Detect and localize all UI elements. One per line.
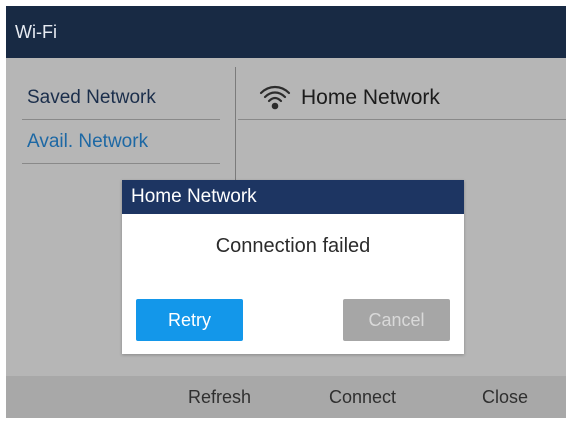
window-title: Wi-Fi (6, 6, 566, 58)
close-button[interactable]: Close (482, 376, 528, 418)
wifi-screen: Wi-Fi Saved Network Avail. Network Home … (6, 6, 566, 418)
retry-button[interactable]: Retry (136, 299, 243, 341)
refresh-button[interactable]: Refresh (188, 376, 251, 418)
bottom-toolbar: Refresh Connect Close (6, 376, 566, 418)
dialog-title: Home Network (122, 180, 464, 214)
content-area: Saved Network Avail. Network Home Networ… (6, 58, 566, 376)
connection-dialog: Home Network Connection failed Retry Can… (122, 180, 464, 354)
connect-button[interactable]: Connect (329, 376, 396, 418)
dialog-message: Connection failed (215, 235, 371, 257)
cancel-button[interactable]: Cancel (343, 299, 450, 341)
